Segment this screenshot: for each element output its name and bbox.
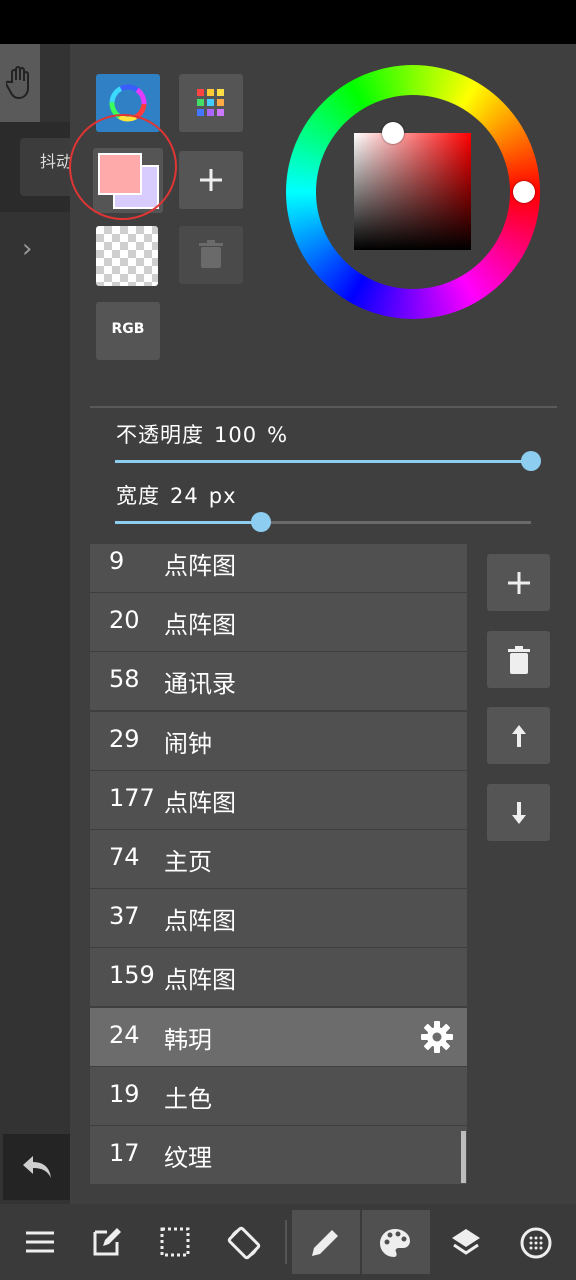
move-brush-up-button[interactable] bbox=[487, 707, 550, 764]
brush-row[interactable]: 58 通讯录 bbox=[90, 652, 467, 711]
delete-color-button[interactable] bbox=[179, 226, 243, 284]
toolbar-separator bbox=[285, 1220, 287, 1264]
brush-row[interactable]: 29 闹钟 bbox=[90, 711, 467, 770]
brush-number: 9 bbox=[109, 547, 125, 575]
pen-button[interactable] bbox=[292, 1210, 360, 1274]
pen-icon bbox=[312, 1230, 338, 1256]
brush-name: 闹钟 bbox=[164, 729, 212, 758]
brush-name: 点阵图 bbox=[164, 788, 236, 817]
canvas-edge[interactable] bbox=[0, 44, 70, 1204]
brush-name: 土色 bbox=[164, 1084, 212, 1113]
opacity-unit: % bbox=[267, 423, 289, 447]
brush-name: 点阵图 bbox=[164, 966, 236, 995]
width-title: 宽度 bbox=[116, 484, 160, 508]
move-brush-down-button[interactable] bbox=[487, 784, 550, 841]
brush-name: 纹理 bbox=[164, 1144, 212, 1172]
palette-button[interactable] bbox=[362, 1210, 430, 1274]
rgb-label: RGB bbox=[111, 321, 145, 337]
brush-row[interactable]: 37 点阵图 bbox=[90, 889, 467, 948]
transparent-color-button[interactable] bbox=[96, 226, 158, 286]
brush-name: 韩玥 bbox=[164, 1025, 212, 1054]
saturation-value-square[interactable] bbox=[354, 133, 471, 250]
width-unit: px bbox=[208, 484, 237, 508]
move-down-icon bbox=[512, 802, 526, 824]
width-value: 24 bbox=[170, 484, 199, 508]
sv-picker-knob[interactable] bbox=[382, 122, 404, 144]
brush-number: 159 bbox=[109, 961, 155, 990]
brush-number: 29 bbox=[109, 724, 140, 753]
edit-button[interactable] bbox=[75, 1210, 139, 1274]
brush-number: 58 bbox=[109, 665, 140, 694]
brush-row[interactable]: 24 韩玥 bbox=[90, 1007, 467, 1066]
brush-number: 74 bbox=[109, 843, 140, 871]
brush-name: 点阵图 bbox=[164, 552, 236, 580]
width-slider[interactable] bbox=[115, 512, 531, 532]
delete-brush-button[interactable] bbox=[487, 631, 550, 688]
brush-number: 24 bbox=[109, 1020, 140, 1049]
plus-icon bbox=[200, 169, 222, 191]
edit-icon bbox=[93, 1228, 121, 1256]
brush-row[interactable]: 177 点阵图 bbox=[90, 770, 467, 829]
gear-icon[interactable] bbox=[420, 1020, 454, 1054]
list-scrollbar[interactable] bbox=[461, 1131, 466, 1183]
opacity-slider-thumb[interactable] bbox=[521, 451, 541, 471]
opacity-slider[interactable] bbox=[115, 451, 541, 471]
rgb-mode-button[interactable]: RGB bbox=[96, 302, 160, 360]
brush-row[interactable]: 17 纹理 bbox=[90, 1126, 467, 1184]
brush-name: 通讯录 bbox=[164, 670, 236, 699]
brush-row[interactable]: 9 点阵图 bbox=[90, 544, 467, 592]
hand-tool-button[interactable] bbox=[0, 44, 40, 122]
brush-number: 19 bbox=[109, 1079, 140, 1108]
chevron-right-icon[interactable]: › bbox=[22, 234, 32, 264]
opacity-label: 不透明度 100% bbox=[116, 419, 298, 449]
grid-button[interactable] bbox=[503, 1210, 567, 1274]
menu-button[interactable] bbox=[8, 1210, 72, 1274]
layers-button[interactable] bbox=[433, 1210, 497, 1274]
opacity-title: 不透明度 bbox=[116, 423, 204, 447]
palette-grid-button[interactable] bbox=[179, 74, 243, 132]
tab-label: 抖动 bbox=[40, 152, 73, 171]
brush-number: 20 bbox=[109, 606, 140, 635]
width-label: 宽度 24 px bbox=[116, 480, 247, 510]
opacity-slider-fill bbox=[115, 460, 531, 463]
rotate-button[interactable] bbox=[211, 1210, 275, 1274]
brush-number: 17 bbox=[109, 1139, 140, 1167]
brush-row[interactable]: 74 主页 bbox=[90, 830, 467, 888]
menu-icon bbox=[26, 1231, 54, 1253]
hue-picker-knob[interactable] bbox=[513, 181, 535, 203]
brush-row[interactable]: 20 点阵图 bbox=[90, 593, 467, 652]
hand-icon bbox=[6, 66, 29, 100]
undo-icon bbox=[23, 1156, 51, 1178]
width-slider-thumb[interactable] bbox=[251, 512, 271, 532]
move-up-icon bbox=[512, 725, 526, 747]
status-bar bbox=[0, 0, 576, 44]
add-color-button[interactable] bbox=[179, 151, 243, 209]
delete-brush-icon bbox=[508, 646, 530, 674]
palette-icon bbox=[380, 1229, 410, 1257]
width-slider-fill bbox=[115, 521, 261, 524]
add-brush-icon bbox=[508, 572, 530, 594]
trash-icon bbox=[199, 240, 223, 268]
brush-name: 点阵图 bbox=[164, 907, 236, 936]
brush-name: 主页 bbox=[164, 848, 212, 876]
brush-number: 177 bbox=[109, 783, 155, 812]
brush-name: 点阵图 bbox=[164, 611, 236, 640]
layers-icon bbox=[452, 1229, 480, 1255]
selection-icon bbox=[160, 1227, 190, 1257]
add-brush-button[interactable] bbox=[487, 554, 550, 611]
brush-list[interactable]: 9 点阵图 20 点阵图 58 通讯录 29 闹钟 177 点阵图 74 主页 37 点阵图 159 点阵图 2… bbox=[90, 544, 467, 1184]
palette-grid-icon bbox=[197, 89, 224, 116]
grid-icon bbox=[520, 1227, 552, 1259]
rotate-icon bbox=[227, 1226, 261, 1260]
opacity-value: 100 bbox=[214, 423, 258, 447]
undo-button[interactable] bbox=[3, 1134, 70, 1200]
brush-number: 37 bbox=[109, 902, 140, 931]
divider bbox=[90, 406, 557, 408]
brush-row[interactable]: 159 点阵图 bbox=[90, 948, 467, 1007]
brush-row[interactable]: 19 土色 bbox=[90, 1066, 467, 1125]
selection-button[interactable] bbox=[143, 1210, 207, 1274]
tab-dither[interactable]: 抖动 bbox=[20, 138, 73, 196]
